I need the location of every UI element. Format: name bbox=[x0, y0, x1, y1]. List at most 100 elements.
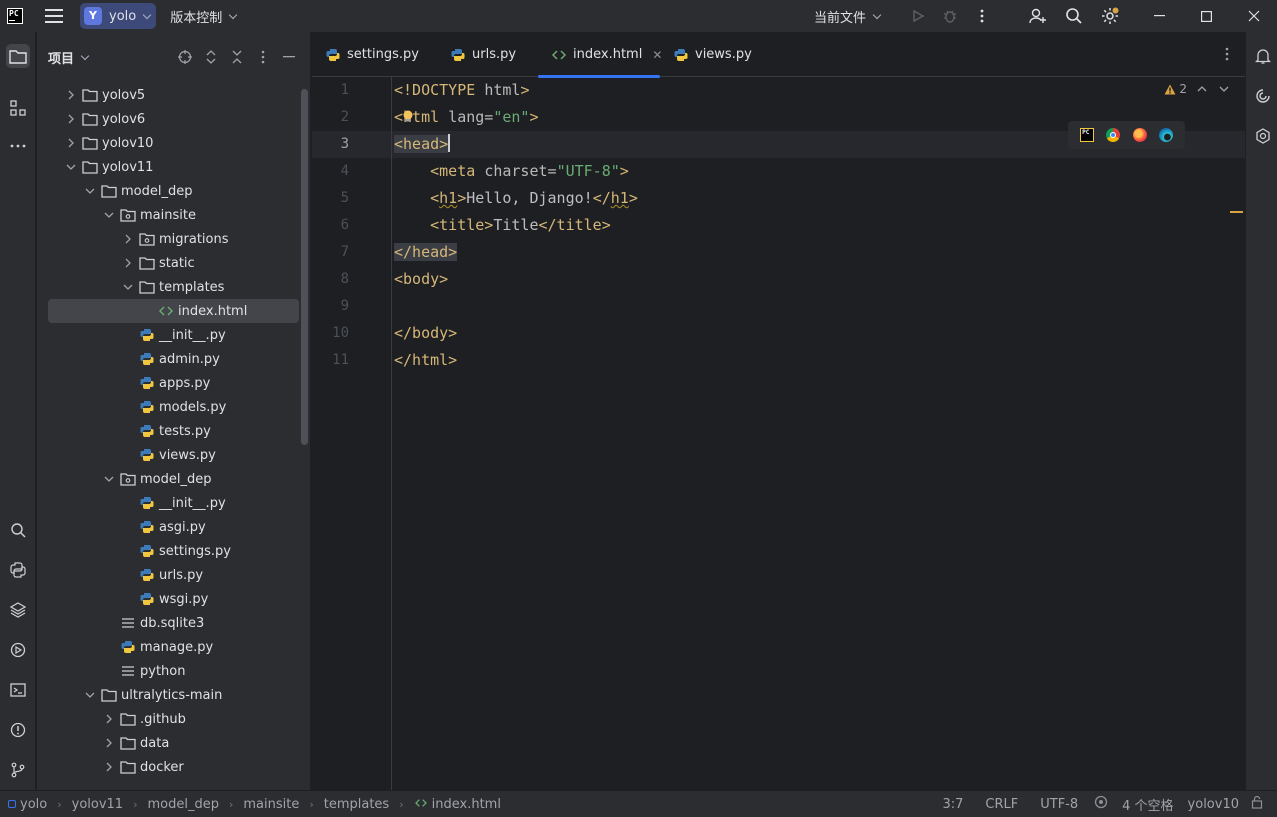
indent-setting[interactable]: 4 个空格 bbox=[1122, 795, 1173, 814]
options-vertical-icon[interactable] bbox=[254, 48, 272, 66]
chevron-right-icon[interactable] bbox=[66, 131, 76, 155]
line-number[interactable]: 9 bbox=[341, 293, 349, 320]
tree-item[interactable]: __init__.py bbox=[37, 491, 299, 515]
plugin-icon[interactable] bbox=[1253, 126, 1273, 146]
chevron-right-icon[interactable] bbox=[104, 755, 114, 779]
expand-all-icon[interactable] bbox=[202, 48, 220, 66]
search-icon[interactable] bbox=[1064, 6, 1084, 26]
more-vertical-icon[interactable] bbox=[972, 6, 992, 26]
problems-icon[interactable] bbox=[6, 718, 30, 742]
breadcrumb-item[interactable]: mainsite bbox=[243, 797, 299, 812]
line-number[interactable]: 11 bbox=[332, 347, 349, 374]
breadcrumb-item[interactable]: model_dep bbox=[147, 797, 218, 812]
tree-item[interactable]: models.py bbox=[37, 395, 299, 419]
tree-item[interactable]: yolov11 bbox=[37, 155, 299, 179]
chevron-right-icon[interactable] bbox=[104, 731, 114, 755]
close-tab-icon[interactable]: ✕ bbox=[652, 48, 662, 62]
vcs-menu[interactable]: 版本控制 bbox=[170, 7, 238, 26]
line-number[interactable]: 3 bbox=[341, 131, 349, 158]
chevron-down-icon[interactable] bbox=[85, 683, 95, 707]
debug-icon[interactable] bbox=[940, 6, 960, 26]
chevron-right-icon[interactable] bbox=[123, 251, 133, 275]
breadcrumb-item[interactable]: templates bbox=[324, 797, 389, 812]
pycharm-preview-icon[interactable]: PC bbox=[1080, 128, 1095, 142]
terminal-icon[interactable] bbox=[6, 678, 30, 702]
tree-item[interactable]: admin.py bbox=[37, 347, 299, 371]
python-interpreter[interactable]: yolov10 bbox=[1188, 797, 1239, 812]
line-number[interactable]: 5 bbox=[341, 185, 349, 212]
hide-panel-icon[interactable] bbox=[280, 48, 298, 66]
tree-item[interactable]: mainsite bbox=[37, 203, 299, 227]
tree-item[interactable]: static bbox=[37, 251, 299, 275]
tree-item[interactable]: docker bbox=[37, 755, 299, 779]
close-window-button[interactable] bbox=[1230, 0, 1277, 32]
line-number[interactable]: 6 bbox=[341, 212, 349, 239]
chevron-down-icon[interactable] bbox=[123, 275, 133, 299]
chevron-down-icon[interactable] bbox=[104, 203, 114, 227]
notifications-bell-icon[interactable] bbox=[1253, 46, 1273, 66]
tree-item[interactable]: settings.py bbox=[37, 539, 299, 563]
find-icon[interactable] bbox=[6, 518, 30, 542]
tree-item[interactable]: python bbox=[37, 659, 299, 683]
caret-position[interactable]: 3:7 bbox=[942, 797, 963, 812]
tabs-options-icon[interactable] bbox=[1225, 47, 1229, 65]
project-panel-title[interactable]: 项目 bbox=[48, 48, 74, 67]
firefox-icon[interactable] bbox=[1132, 128, 1147, 142]
chevron-right-icon[interactable] bbox=[104, 707, 114, 731]
tree-item[interactable]: yolov10 bbox=[37, 131, 299, 155]
settings-gear-icon[interactable] bbox=[1100, 6, 1120, 26]
chevron-down-icon[interactable] bbox=[80, 51, 90, 60]
tab-settings-py[interactable]: settings.py bbox=[325, 32, 419, 77]
project-tree-scrollbar[interactable] bbox=[301, 89, 308, 445]
tree-item[interactable]: views.py bbox=[37, 443, 299, 467]
tree-item[interactable]: urls.py bbox=[37, 563, 299, 587]
chevron-up-icon[interactable] bbox=[1197, 86, 1207, 92]
services-icon[interactable] bbox=[6, 638, 30, 662]
chevron-right-icon[interactable] bbox=[66, 107, 76, 131]
chevron-down-icon[interactable] bbox=[66, 155, 76, 179]
python-console-icon[interactable] bbox=[6, 558, 30, 582]
file-encoding[interactable]: UTF-8 bbox=[1040, 797, 1078, 812]
lock-icon[interactable] bbox=[1251, 795, 1263, 813]
maximize-window-button[interactable] bbox=[1183, 0, 1230, 32]
add-user-icon[interactable] bbox=[1028, 6, 1048, 26]
line-number[interactable]: 8 bbox=[341, 266, 349, 293]
run-icon[interactable] bbox=[908, 6, 928, 26]
structure-icon[interactable] bbox=[6, 96, 30, 120]
git-branch-icon[interactable] bbox=[6, 758, 30, 782]
breadcrumb-item[interactable]: index.html bbox=[414, 797, 501, 812]
tree-item[interactable]: tests.py bbox=[37, 419, 299, 443]
ai-assistant-icon[interactable] bbox=[1253, 86, 1273, 106]
tree-item[interactable]: yolov6 bbox=[37, 107, 299, 131]
tree-item[interactable]: model_dep bbox=[37, 467, 299, 491]
tree-item[interactable]: yolov5 bbox=[37, 83, 299, 107]
tree-item[interactable]: model_dep bbox=[37, 179, 299, 203]
chevron-right-icon[interactable] bbox=[66, 83, 76, 107]
tree-item[interactable]: asgi.py bbox=[37, 515, 299, 539]
tree-item[interactable]: data bbox=[37, 731, 299, 755]
inspection-widget[interactable]: 2 bbox=[1164, 82, 1229, 96]
breadcrumb-item[interactable]: yolov11 bbox=[72, 797, 123, 812]
collapse-all-icon[interactable] bbox=[228, 48, 246, 66]
line-number[interactable]: 2 bbox=[341, 104, 349, 131]
tree-item[interactable]: .github bbox=[37, 707, 299, 731]
line-number[interactable]: 7 bbox=[341, 239, 349, 266]
main-menu-icon[interactable] bbox=[45, 9, 63, 23]
run-config-selector[interactable]: 当前文件 bbox=[814, 7, 882, 26]
chrome-icon[interactable] bbox=[1106, 128, 1121, 142]
tab-index-html[interactable]: index.html ✕ bbox=[538, 32, 662, 78]
locate-file-icon[interactable] bbox=[176, 48, 194, 66]
readonly-toggle-icon[interactable] bbox=[1094, 795, 1108, 813]
lightbulb-icon[interactable] bbox=[402, 110, 414, 122]
chevron-down-icon[interactable] bbox=[1219, 86, 1229, 92]
tree-item[interactable]: index.html bbox=[48, 299, 299, 323]
chevron-down-icon[interactable] bbox=[104, 467, 114, 491]
line-ending[interactable]: CRLF bbox=[985, 797, 1018, 812]
tree-item[interactable]: apps.py bbox=[37, 371, 299, 395]
breadcrumb-item[interactable]: yolo bbox=[8, 797, 47, 812]
tree-item[interactable]: migrations bbox=[37, 227, 299, 251]
tree-item[interactable]: __init__.py bbox=[37, 323, 299, 347]
tree-item[interactable]: ultralytics-main bbox=[37, 683, 299, 707]
line-number[interactable]: 1 bbox=[341, 77, 349, 104]
project-selector[interactable]: Y yolo bbox=[80, 3, 157, 29]
